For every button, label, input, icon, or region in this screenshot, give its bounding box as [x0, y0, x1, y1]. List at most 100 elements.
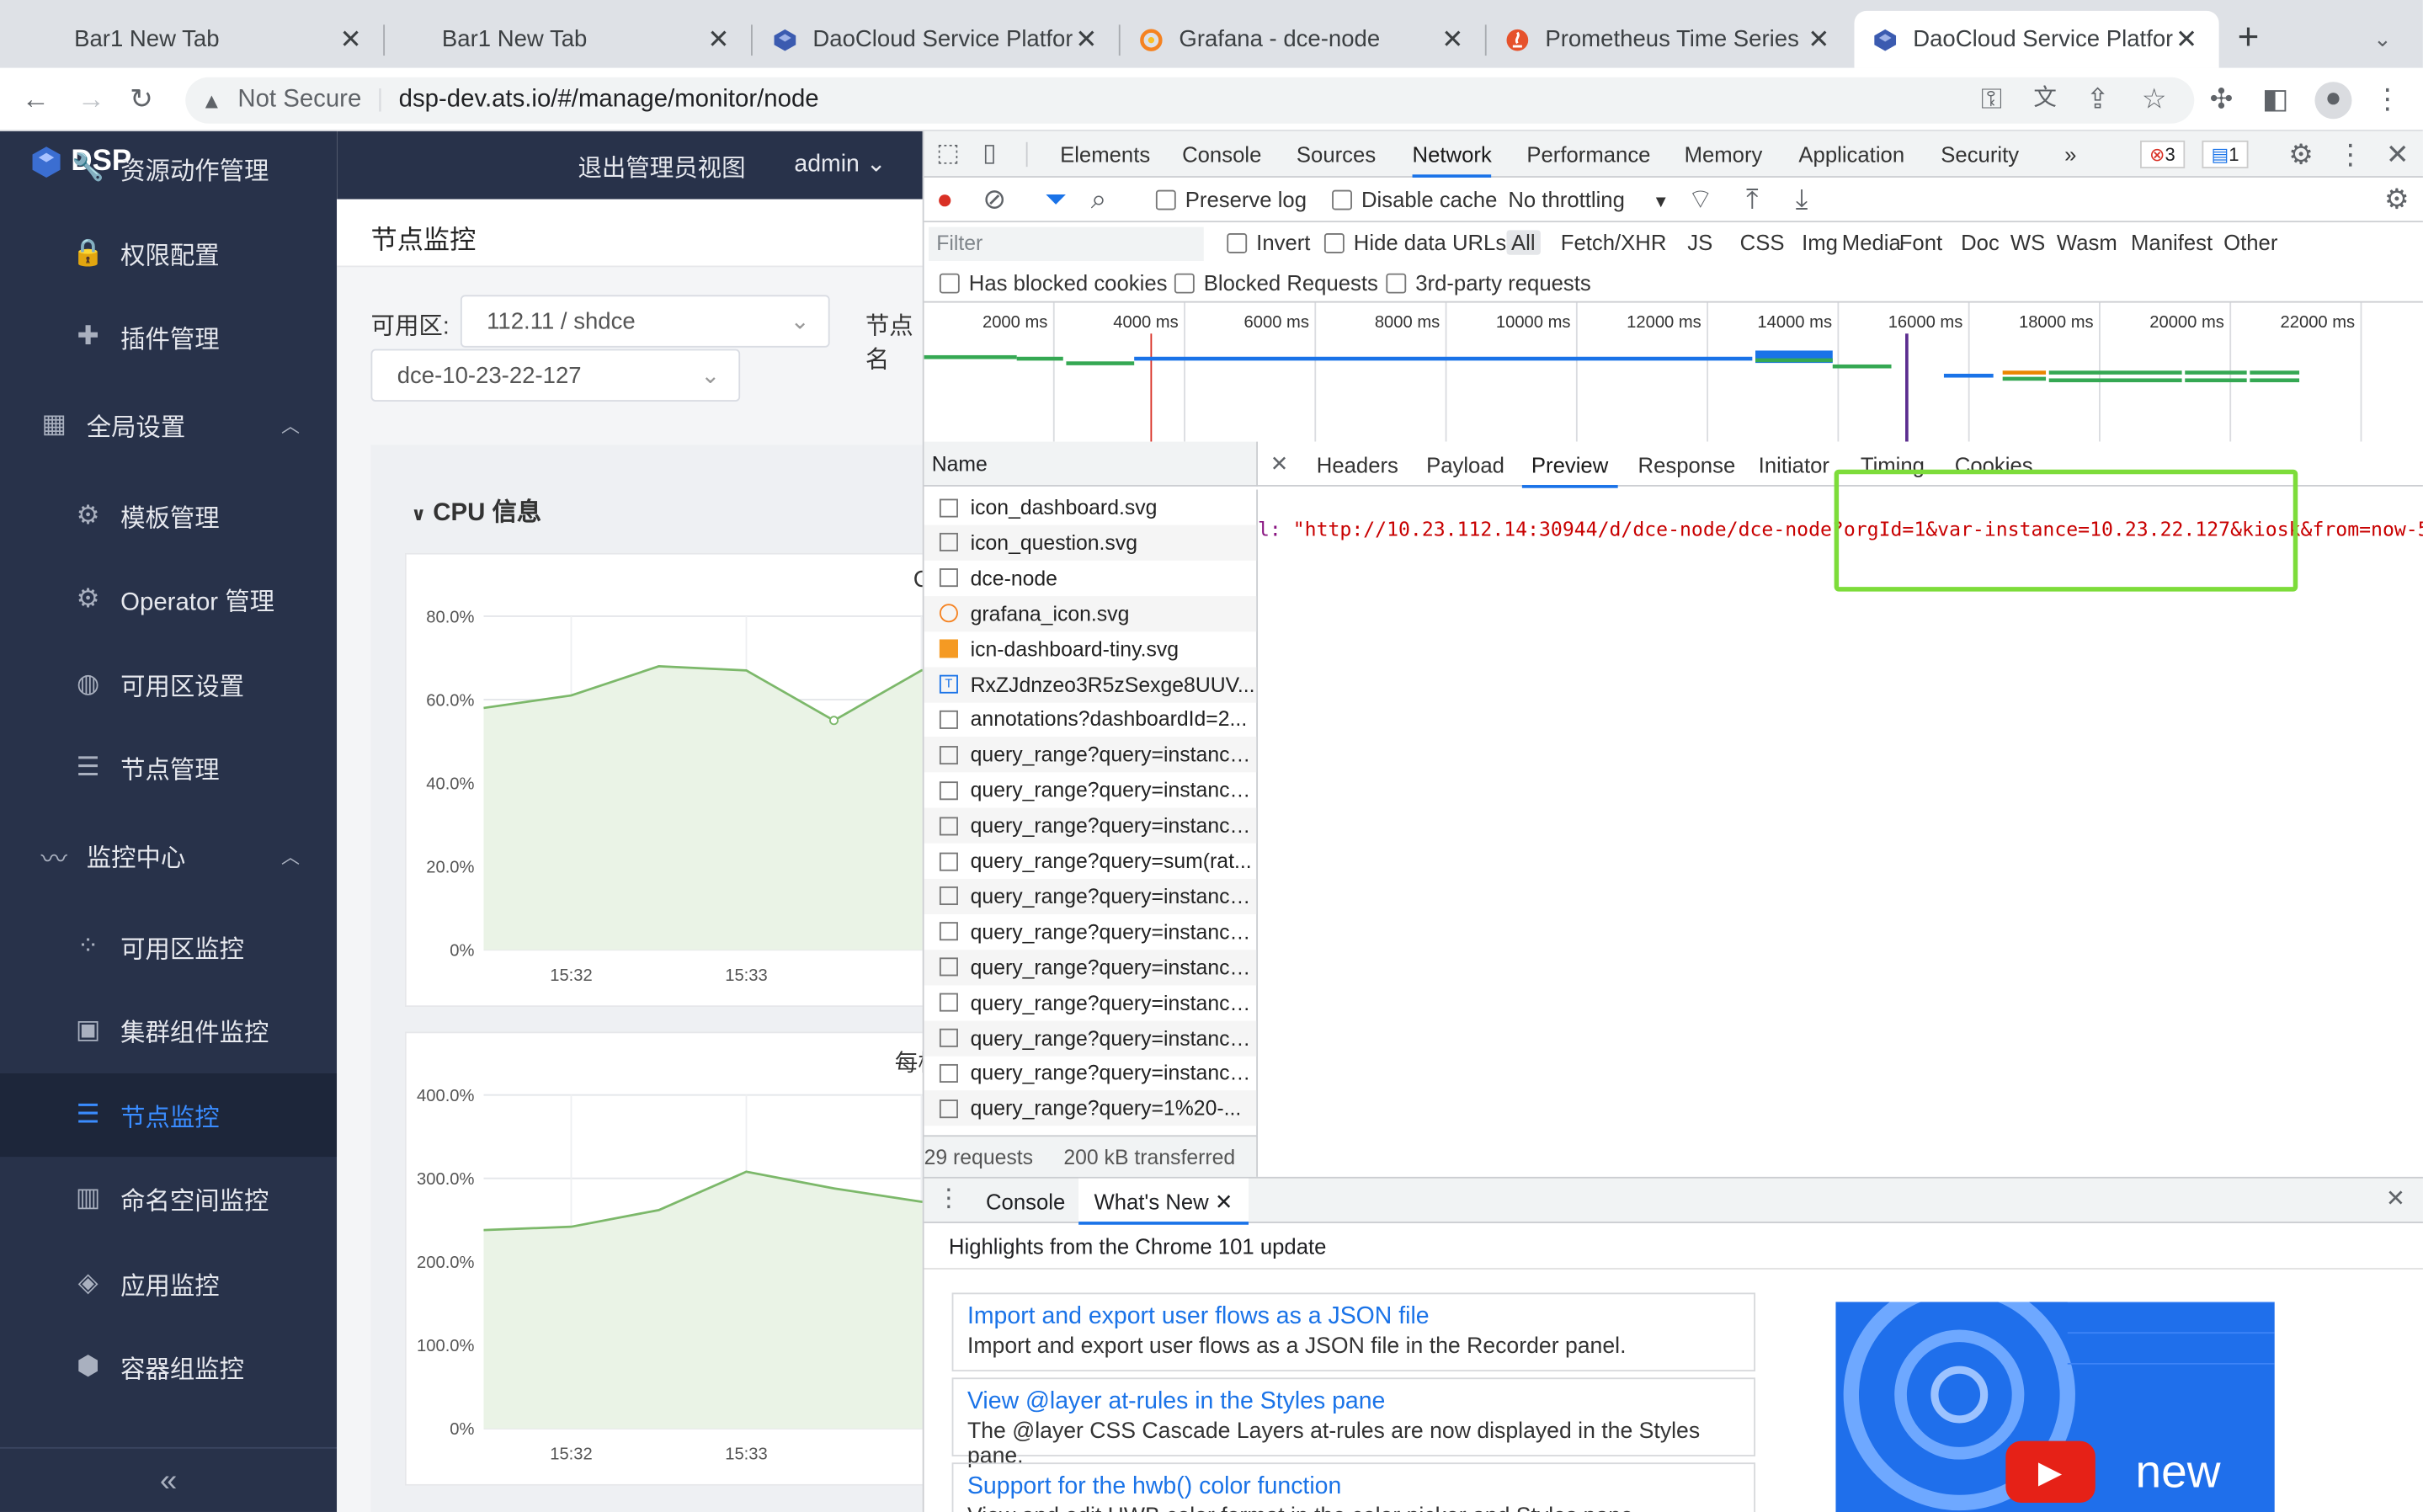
sidebar-item[interactable]: 🔒 权限配置 — [0, 211, 337, 295]
request-row[interactable]: query_range?query=instance... — [924, 1056, 1256, 1091]
close-icon[interactable]: ✕ — [1073, 24, 1100, 55]
new-tab-button[interactable]: + — [2238, 19, 2260, 56]
back-icon[interactable]: ← — [22, 83, 50, 114]
sidebar-item[interactable]: 🔧 资源动作管理 — [0, 131, 337, 210]
request-row[interactable]: query_range?query=instance... — [924, 807, 1257, 844]
side-panel-icon[interactable]: ◧ — [2262, 83, 2288, 114]
whats-new-card[interactable]: View @layer at-rules in the Styles pane T… — [951, 1377, 1756, 1469]
sidebar-item[interactable]: ☰ 节点监控 — [0, 1073, 338, 1158]
detail-tab[interactable]: Response — [1629, 442, 1745, 488]
request-row[interactable]: query_range?query=instance... — [924, 773, 1256, 808]
request-row[interactable]: query_range?query=instance... — [924, 949, 1257, 985]
whats-new-card[interactable]: Import and export user flows as a JSON f… — [951, 1292, 1756, 1372]
detail-tab[interactable]: Initiator — [1749, 442, 1839, 488]
whats-new-title[interactable]: View @layer at-rules in the Styles pane — [967, 1388, 1740, 1416]
close-detail-icon[interactable]: ✕ — [1270, 448, 1289, 479]
user-menu[interactable]: admin ⌄ — [794, 150, 886, 179]
request-row[interactable]: annotations?dashboardId=2... — [924, 702, 1257, 737]
type-filter[interactable]: CSS — [1740, 230, 1785, 254]
record-icon[interactable]: ● — [936, 184, 953, 215]
node-select[interactable]: dce-10-23-22-127 ⌄ — [370, 349, 741, 402]
request-row[interactable]: icon_question.svg — [924, 524, 1257, 561]
browser-tab[interactable]: Grafana - dce-node ✕ — [1121, 11, 1485, 68]
bookmark-star-icon[interactable]: ☆ — [2142, 83, 2167, 114]
devtools-tab[interactable]: Network — [1412, 131, 1492, 178]
devtools-tab[interactable]: » — [2064, 131, 2076, 178]
browser-tab[interactable]: DaoCloud Service Platform ✕ — [754, 11, 1119, 68]
menu-icon[interactable]: ⋮ — [2373, 83, 2401, 114]
type-filter[interactable]: Media — [1842, 230, 1901, 254]
type-filter[interactable]: Img — [1802, 230, 1838, 254]
devtools-tab[interactable]: Elements — [1060, 131, 1150, 178]
close-icon[interactable]: ✕ — [337, 24, 365, 55]
browser-tab[interactable]: Prometheus Time Series Co ✕ — [1487, 11, 1851, 68]
whats-new-title[interactable]: Support for the hwb() color function — [967, 1473, 1740, 1501]
close-icon[interactable]: ✕ — [1215, 1190, 1233, 1214]
share-icon[interactable]: ⇪ — [2086, 83, 2110, 114]
sidebar-item[interactable]: ▥ 命名空间监控 — [0, 1157, 337, 1240]
exit-admin-link[interactable]: 退出管理员视图 — [578, 150, 745, 184]
filter-input[interactable]: Filter — [929, 226, 1204, 262]
inspect-icon[interactable]: ⬚ — [936, 139, 960, 170]
clear-icon[interactable]: ⊘ — [983, 184, 1006, 215]
profile-avatar[interactable]: ● — [2314, 82, 2352, 120]
sidebar-item[interactable]: ⬢ 容器组监控 — [0, 1325, 337, 1408]
devtools-tab[interactable]: Security — [1941, 131, 2019, 178]
browser-tab-active[interactable]: DaoCloud Service Platform ✕ — [1854, 10, 2219, 68]
devtools-tab[interactable]: Application — [1798, 131, 1904, 178]
request-row[interactable]: query_range?query=instance... — [924, 914, 1256, 950]
export-har-icon[interactable]: ⤓ — [1796, 184, 1808, 215]
request-row[interactable]: T RxZJdnzeo3R5zSexge8UUV... — [924, 666, 1257, 702]
network-overview[interactable]: 2000 ms 4000 ms 6000 ms 8000 ms 10000 ms 1200… — [924, 302, 2423, 442]
blocked-requests-checkbox[interactable]: Blocked Requests — [1174, 270, 1378, 295]
name-column-header[interactable]: Name — [924, 441, 1259, 487]
close-drawer-icon[interactable]: ✕ — [2386, 1185, 2405, 1216]
sidebar-item[interactable]: ◍ 可用区设置 — [0, 642, 337, 726]
whats-new-card[interactable]: Support for the hwb() color function View… — [951, 1462, 1756, 1512]
type-filter[interactable]: Manifest — [2131, 230, 2213, 254]
request-row[interactable]: query_range?query=instance... — [924, 878, 1257, 914]
preserve-log-checkbox[interactable]: Preserve log — [1155, 187, 1307, 211]
close-devtools-icon[interactable]: ✕ — [2386, 139, 2410, 170]
close-icon[interactable]: ✕ — [705, 24, 732, 55]
forward-icon[interactable]: → — [77, 83, 105, 114]
filter-icon[interactable]: ⏷ — [1045, 184, 1067, 215]
detail-tab[interactable]: Payload — [1417, 442, 1514, 488]
tab-search-icon[interactable]: ⌄ — [2373, 24, 2392, 55]
reload-icon[interactable]: ↻ — [130, 83, 153, 114]
message-badge[interactable]: ▤1 — [2202, 140, 2249, 168]
sidebar-item[interactable]: ⚙ 模板管理 — [0, 474, 337, 557]
type-filter[interactable]: Fetch/XHR — [1561, 230, 1667, 254]
security-label[interactable]: Not Secure — [237, 87, 361, 114]
collapse-sidebar-button[interactable]: « — [0, 1446, 338, 1512]
sidebar-item[interactable]: ☰ 节点管理 — [0, 726, 337, 809]
search-icon[interactable]: ⌕ — [1091, 184, 1107, 215]
request-row[interactable]: dce-node — [924, 561, 1257, 596]
third-party-checkbox[interactable]: 3rd-party requests — [1386, 270, 1591, 295]
omnibox[interactable]: ▲ Not Secure | dsp-dev.ats.io/#/manage/m… — [185, 77, 2195, 124]
request-row[interactable]: query_range?query=instance... — [924, 985, 1256, 1020]
request-row[interactable]: icn-dashboard-tiny.svg — [924, 631, 1257, 667]
network-settings-icon[interactable]: ⚙ — [2384, 184, 2410, 215]
devtools-tab[interactable]: Console — [1182, 131, 1261, 178]
drawer-tab-console[interactable]: Console — [986, 1190, 1065, 1214]
extensions-icon[interactable]: ✣ — [2210, 83, 2234, 114]
translate-icon[interactable]: 文 — [2033, 83, 2057, 114]
close-icon[interactable]: ✕ — [1805, 24, 1833, 55]
request-row[interactable]: query_range?query=instance... — [924, 1020, 1257, 1056]
key-icon[interactable]: ⚿ — [1981, 83, 2002, 114]
request-row[interactable]: query_range?query=1%20-... — [924, 1090, 1257, 1126]
invert-checkbox[interactable]: Invert — [1227, 230, 1310, 255]
sidebar-item[interactable]: ▣ 集群组件监控 — [0, 988, 337, 1072]
close-icon[interactable]: ✕ — [2173, 24, 2201, 55]
close-icon[interactable]: ✕ — [1439, 24, 1467, 55]
drawer-menu-icon[interactable]: ⋮ — [936, 1185, 961, 1216]
has-blocked-cookies-checkbox[interactable]: Has blocked cookies — [939, 270, 1167, 295]
zone-select[interactable]: 112.11 / shdce ⌄ — [460, 295, 830, 348]
devtools-tab[interactable]: Performance — [1526, 131, 1650, 178]
update-video-thumbnail[interactable]: ▶ new — [1835, 1302, 2275, 1512]
sidebar-item[interactable]: 〰监控中心 ︿ — [0, 814, 337, 897]
whats-new-title[interactable]: Import and export user flows as a JSON f… — [967, 1303, 1740, 1331]
drawer-tab-whats-new[interactable]: What's New ✕ — [1078, 1178, 1249, 1225]
type-filter[interactable]: WS — [2010, 230, 2045, 254]
